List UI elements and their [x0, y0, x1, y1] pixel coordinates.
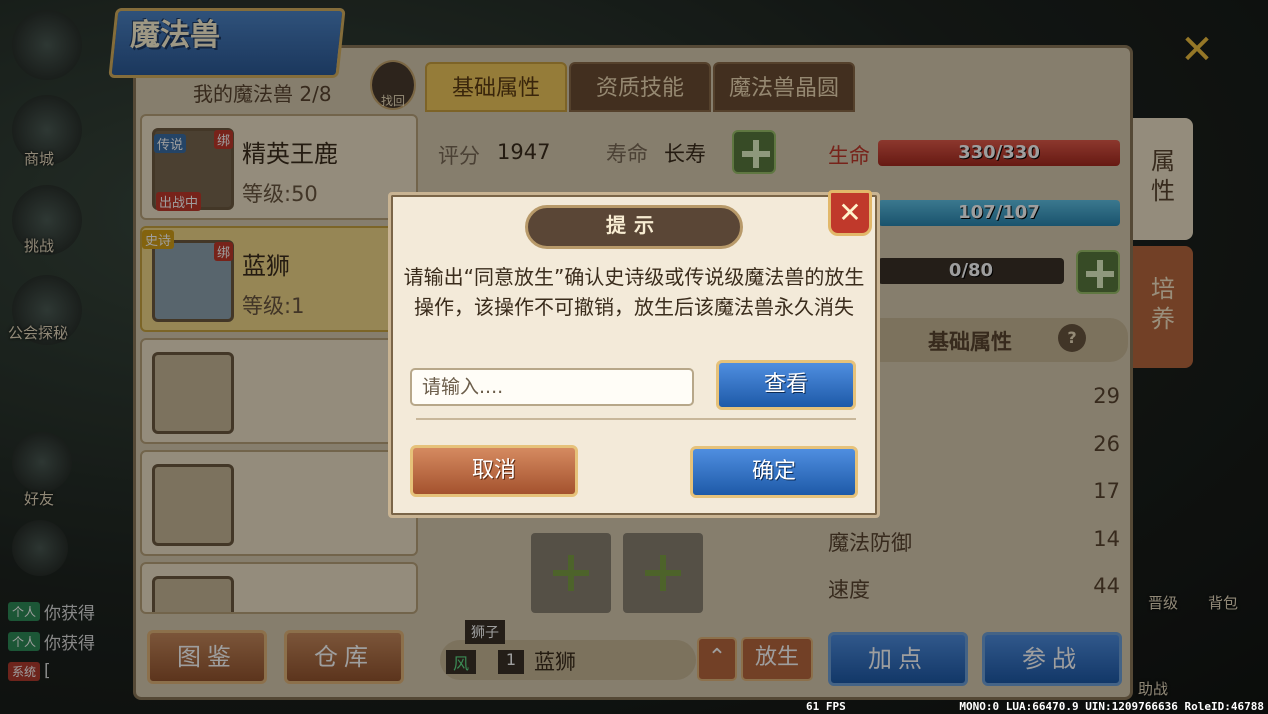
confirm-button[interactable]: 确定: [690, 446, 858, 498]
debug-footer: 61 FPS MONO:0 LUA:66470.9 UIN:1209766636…: [0, 700, 1268, 714]
cancel-button[interactable]: 取消: [410, 445, 578, 497]
fps-counter: 61 FPS: [806, 700, 846, 713]
debug-info: MONO:0 LUA:66470.9 UIN:1209766636 RoleID…: [959, 700, 1264, 713]
dialog-message: 请输出“同意放生”确认史诗级或传说级魔法兽的放生操作，该操作不可撤销，放生后该魔…: [403, 265, 865, 319]
confirm-text-input[interactable]: [410, 368, 694, 406]
dialog-divider: [416, 418, 856, 420]
dialog-title: 提示: [606, 213, 662, 237]
close-icon[interactable]: ✕: [828, 190, 872, 236]
view-button[interactable]: 查看: [716, 360, 856, 410]
